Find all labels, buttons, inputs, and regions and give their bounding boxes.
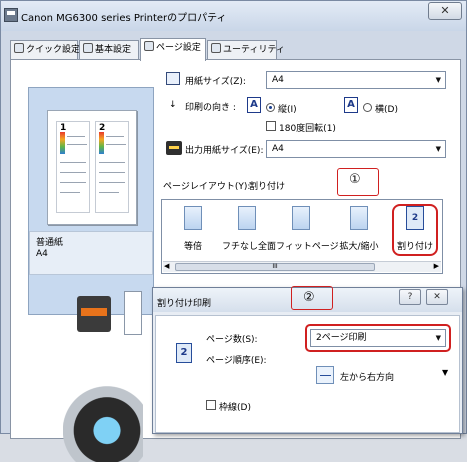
printer-icon [4, 8, 18, 22]
quick-setup-icon [14, 43, 24, 53]
title-bar: Canon MG6300 series Printerのプロパティ ✕ [1, 1, 466, 31]
layout-option-scaled[interactable]: 拡大/縮小 [334, 206, 384, 252]
orientation-label: 印刷の向き : [185, 103, 236, 113]
layout-option-label: 等倍 [183, 242, 202, 252]
close-button[interactable]: ✕ [428, 2, 462, 20]
text-line [60, 192, 80, 193]
page-setup-icon [144, 41, 154, 51]
output-size-label: 出力用紙サイズ(E): [185, 146, 264, 156]
tab-utility[interactable]: ユーティリティ [207, 40, 285, 60]
tab-quick-setup[interactable]: クイック設定 [10, 40, 81, 60]
annotation-highlight-pages [305, 324, 451, 352]
order-label: ページ順序(E): [206, 356, 267, 366]
disc-tray-icon [63, 372, 143, 462]
utility-icon [211, 43, 221, 53]
tab-label: ページ設定 [156, 43, 201, 53]
scroll-right-icon[interactable]: ▶ [434, 262, 439, 270]
tab-main[interactable]: 基本設定 [79, 40, 139, 60]
pages-label: ページ数(S): [206, 335, 258, 345]
text-line [106, 136, 124, 137]
annotation-marker-2-text: ② [303, 290, 315, 305]
layout-option-borderless[interactable]: フチなし全面 [222, 206, 277, 252]
paper-size-label: 用紙サイズ(Z): [185, 77, 246, 87]
paper-source-icon [124, 291, 142, 335]
tab-label: 基本設定 [95, 45, 132, 55]
page-layout-list: 等倍 フチなし全面 フィットページ 拡大/縮小 2 割り付け ◀ III ▶ [161, 199, 443, 274]
help-button[interactable]: ? [399, 289, 421, 305]
scroll-left-icon[interactable]: ◀ [164, 262, 169, 270]
arrow-down-icon: ↓ [169, 100, 177, 110]
paper-size-select[interactable]: A4 [266, 71, 446, 89]
portrait-label: 縦(I) [278, 105, 297, 115]
preview-sheet: 1 2 [47, 110, 137, 225]
paper-size-text: A4 [36, 249, 48, 259]
preview-page-2: 2 [95, 121, 129, 213]
text-line [99, 172, 125, 173]
layout-option-label: フィットページ [276, 242, 339, 252]
scrollbar-thumb[interactable]: III [175, 263, 375, 271]
color-bar [60, 132, 65, 154]
output-size-select[interactable]: A4 [266, 140, 446, 158]
tab-label: クイック設定 [26, 45, 81, 55]
dialog-close-button[interactable]: ✕ [426, 289, 448, 305]
output-paper-icon [166, 141, 182, 155]
border-checkbox[interactable] [206, 400, 216, 410]
text-line [99, 162, 125, 163]
print-preview: 1 2 普通紙 A4 [28, 87, 154, 315]
annotation-marker-1-text: ① [349, 172, 361, 187]
tab-page-setup[interactable]: ページ設定 [140, 38, 206, 61]
landscape-radio[interactable] [363, 103, 372, 112]
layout-option-fit-page[interactable]: フィットページ [276, 206, 339, 252]
main-settings-icon [83, 43, 93, 53]
text-line [99, 192, 119, 193]
dialog-title-bar: 割り付け印刷 ② ? ✕ [153, 286, 462, 312]
preview-page-1: 1 [56, 121, 90, 213]
text-line [67, 136, 85, 137]
page-layout-value: 割り付け [249, 182, 286, 192]
order-dropdown-icon[interactable]: ▼ [442, 368, 448, 377]
text-line [106, 144, 126, 145]
landscape-label: 横(D) [375, 105, 398, 115]
left-to-right-icon [316, 366, 334, 384]
window-title: Canon MG6300 series Printerのプロパティ [21, 13, 227, 24]
dialog-body: 2 ページ数(S): 2ページ印刷 ページ順序(E): 左から右方向 ▼ 枠線(… [155, 315, 460, 433]
order-value[interactable]: 左から右方向 [340, 370, 394, 383]
portrait-radio[interactable] [266, 103, 275, 112]
tab-label: ユーティリティ [223, 45, 285, 55]
text-line [67, 144, 87, 145]
text-line [60, 172, 86, 173]
fit-page-icon [292, 206, 310, 230]
color-bar [99, 132, 104, 154]
text-line [99, 182, 125, 183]
page-layout-label: ページレイアウト(Y): [163, 182, 251, 192]
printer-device-icon [77, 296, 111, 332]
layout-option-label: 拡大/縮小 [339, 242, 379, 252]
text-line [60, 162, 86, 163]
annotation-highlight-layout [392, 204, 438, 256]
dialog-title: 割り付け印刷 [157, 299, 212, 309]
landscape-orientation-icon: A [344, 97, 358, 113]
rotate-180-label: 180度回転(1) [279, 124, 336, 134]
layout-option-label: フチなし全面 [222, 242, 277, 252]
text-line [60, 182, 86, 183]
scaled-icon [350, 206, 368, 230]
paper-info: 普通紙 A4 [29, 231, 153, 275]
layout-option-normal[interactable]: 等倍 [168, 206, 218, 252]
paper-type-text: 普通紙 [36, 238, 64, 248]
page-layout-dialog: 割り付け印刷 ② ? ✕ 2 ページ数(S): 2ページ印刷 ページ順序(E):… [152, 286, 463, 434]
page-layout-icon: 2 [176, 343, 192, 363]
normal-size-icon [184, 206, 202, 230]
rotate-180-checkbox[interactable] [266, 121, 276, 131]
borderless-icon [238, 206, 256, 230]
portrait-orientation-icon: A [247, 97, 261, 113]
paper-size-icon [166, 72, 180, 85]
border-label: 枠線(D) [219, 403, 251, 413]
layout-list-scrollbar[interactable]: ◀ III ▶ [163, 261, 441, 272]
